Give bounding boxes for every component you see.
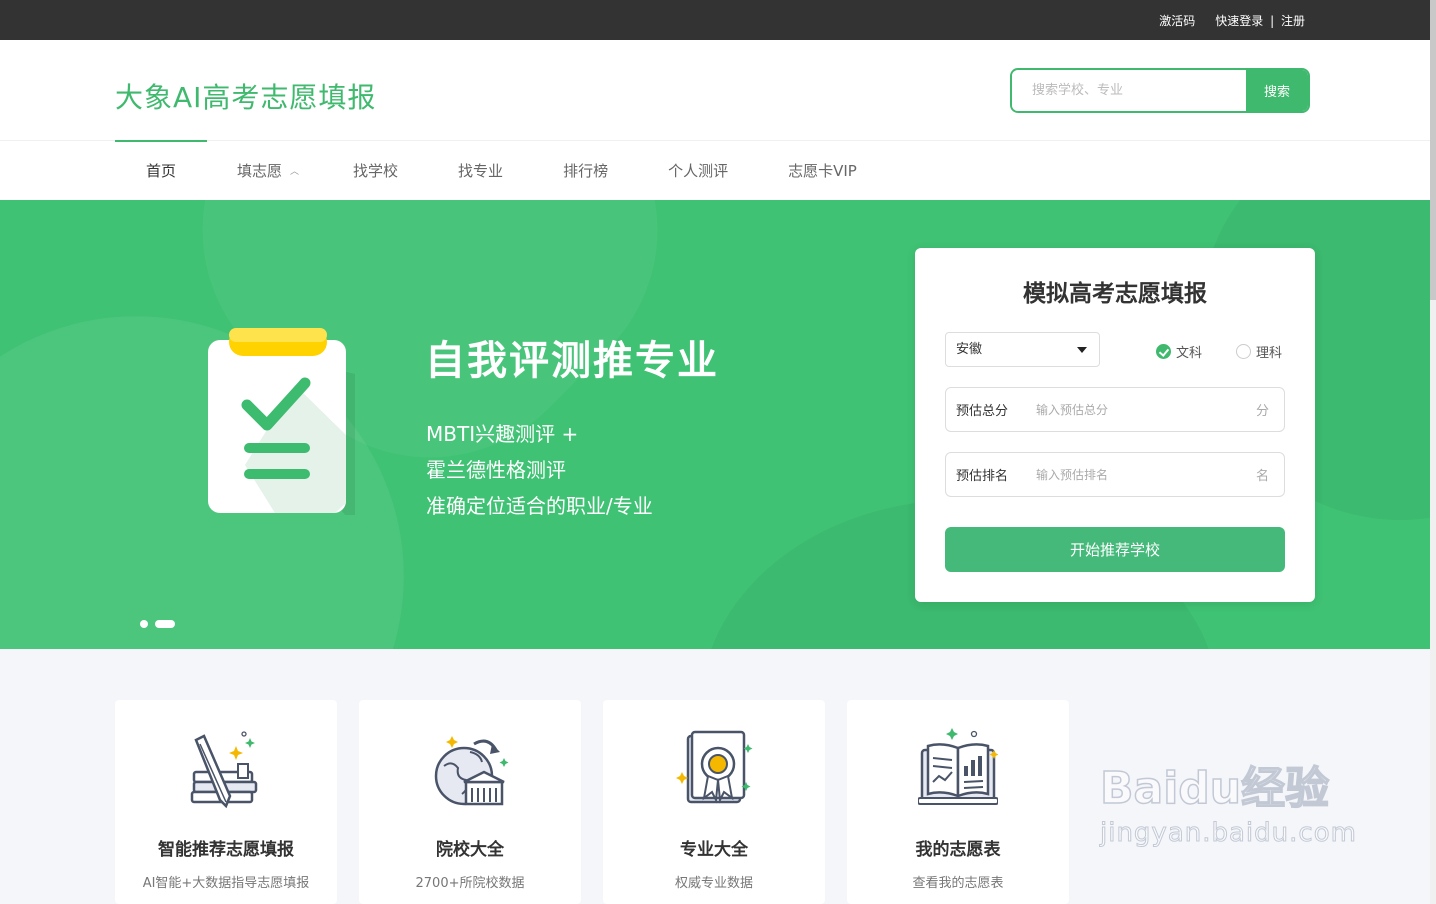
nav-personal-test[interactable]: 个人测评	[668, 141, 728, 201]
nav-fill-label: 填志愿	[237, 162, 283, 180]
radio-liberal-arts[interactable]: 文科	[1156, 342, 1202, 361]
feature-card-my-volunteer-table[interactable]: 我的志愿表 查看我的志愿表	[847, 700, 1069, 904]
rank-field: 预估排名 名	[945, 452, 1285, 497]
pencil-books-icon	[190, 731, 258, 809]
page-scrollbar[interactable]	[1430, 0, 1436, 904]
nav-find-major-label: 找专业	[458, 162, 504, 180]
watermark-brand: Baidu经验	[1099, 762, 1330, 815]
nav-find-major[interactable]: 找专业	[458, 141, 503, 201]
search-box: 搜索	[1010, 68, 1310, 113]
feature-subtitle: AI智能+大数据指导志愿填报	[142, 876, 310, 891]
province-select[interactable]: 安徽	[945, 332, 1100, 367]
certificate-award-icon	[676, 730, 753, 804]
feature-card-smart-recommend[interactable]: 智能推荐志愿填报 AI智能+大数据指导志愿填报	[115, 700, 337, 904]
radio-checked-icon	[1156, 344, 1171, 359]
rank-input[interactable]	[1036, 467, 1256, 482]
chevron-up-icon: ︿	[290, 167, 300, 177]
radio-science-label: 理科	[1256, 346, 1283, 361]
banner-line-1: MBTI兴趣测评 +	[426, 422, 579, 446]
start-recommend-button[interactable]: 开始推荐学校	[945, 527, 1285, 572]
feature-title: 智能推荐志愿填报	[158, 840, 294, 860]
carousel-indicators	[140, 620, 175, 628]
nav-find-school-label: 找学校	[353, 162, 399, 180]
form-title: 模拟高考志愿填报	[1023, 281, 1207, 307]
site-logo[interactable]: 大象AI高考志愿填报	[115, 76, 376, 116]
score-label: 预估总分	[956, 404, 1009, 419]
carousel-dot-2-active[interactable]	[155, 620, 175, 628]
feature-subtitle: 权威专业数据	[674, 876, 753, 891]
rank-label: 预估排名	[956, 469, 1009, 484]
nav-ranking-label: 排行榜	[563, 162, 609, 180]
clipboard-check-icon	[208, 328, 355, 515]
site-header: 大象AI高考志愿填报 搜索	[0, 40, 1430, 140]
nav-home[interactable]: 首页	[115, 140, 207, 201]
quick-login-link[interactable]: 快速登录	[1215, 14, 1263, 28]
main-nav: 首页 填志愿 ︿ 找学校 找专业 排行榜 个人测评 志愿卡VIP	[0, 140, 1430, 200]
watermark-url: jingyan.baidu.com	[1100, 818, 1357, 849]
globe-school-icon	[434, 736, 509, 806]
auth-links: 快速登录 | 注册	[1215, 12, 1305, 29]
baidu-jingyan-watermark: Baidu经验 jingyan.baidu.com	[1099, 752, 1357, 849]
banner-line-3: 准确定位适合的职业/专业	[426, 494, 653, 518]
province-value: 安徽	[956, 342, 983, 357]
activation-code-link[interactable]: 激活码	[1159, 12, 1195, 29]
banner-title: 自我评测推专业	[425, 338, 719, 384]
top-bar: 激活码 快速登录 | 注册	[0, 0, 1430, 40]
nav-fill-volunteer[interactable]: 填志愿 ︿	[237, 141, 299, 201]
score-field: 预估总分 分	[945, 387, 1285, 432]
simulate-application-card: 模拟高考志愿填报 安徽 文科 理科 预估总分 分 预估排名 名 开始推荐学校	[915, 248, 1315, 602]
search-button[interactable]: 搜索	[1246, 70, 1308, 111]
score-unit: 分	[1256, 404, 1270, 419]
feature-title: 专业大全	[680, 840, 748, 860]
feature-card-school-list[interactable]: 院校大全 2700+所院校数据	[359, 700, 581, 904]
top-links: 激活码 快速登录 | 注册	[1159, 12, 1305, 29]
radio-science[interactable]: 理科	[1236, 342, 1282, 361]
scrollbar-thumb[interactable]	[1430, 0, 1436, 300]
feature-subtitle: 查看我的志愿表	[912, 876, 1004, 891]
score-input[interactable]	[1036, 402, 1256, 417]
caret-down-icon	[1077, 347, 1087, 353]
feature-title: 我的志愿表	[915, 840, 1001, 860]
auth-separator: |	[1270, 14, 1275, 28]
nav-home-label: 首页	[145, 162, 176, 180]
nav-vip-card[interactable]: 志愿卡VIP	[788, 141, 857, 201]
radio-unchecked-icon	[1236, 344, 1251, 359]
nav-vip-label: 志愿卡VIP	[788, 162, 857, 180]
carousel-dot-1[interactable]	[140, 620, 148, 628]
feature-subtitle: 2700+所院校数据	[415, 876, 525, 891]
radio-liberal-arts-label: 文科	[1176, 346, 1203, 361]
banner-line-2: 霍兰德性格测评	[426, 458, 566, 482]
register-link[interactable]: 注册	[1281, 14, 1305, 28]
feature-card-major-list[interactable]: 专业大全 权威专业数据	[603, 700, 825, 904]
nav-ranking[interactable]: 排行榜	[563, 141, 608, 201]
nav-personal-test-label: 个人测评	[668, 162, 729, 180]
open-book-chart-icon	[918, 728, 998, 805]
rank-unit: 名	[1256, 469, 1270, 484]
nav-find-school[interactable]: 找学校	[353, 141, 398, 201]
search-input[interactable]	[1012, 70, 1246, 111]
feature-title: 院校大全	[436, 840, 504, 860]
